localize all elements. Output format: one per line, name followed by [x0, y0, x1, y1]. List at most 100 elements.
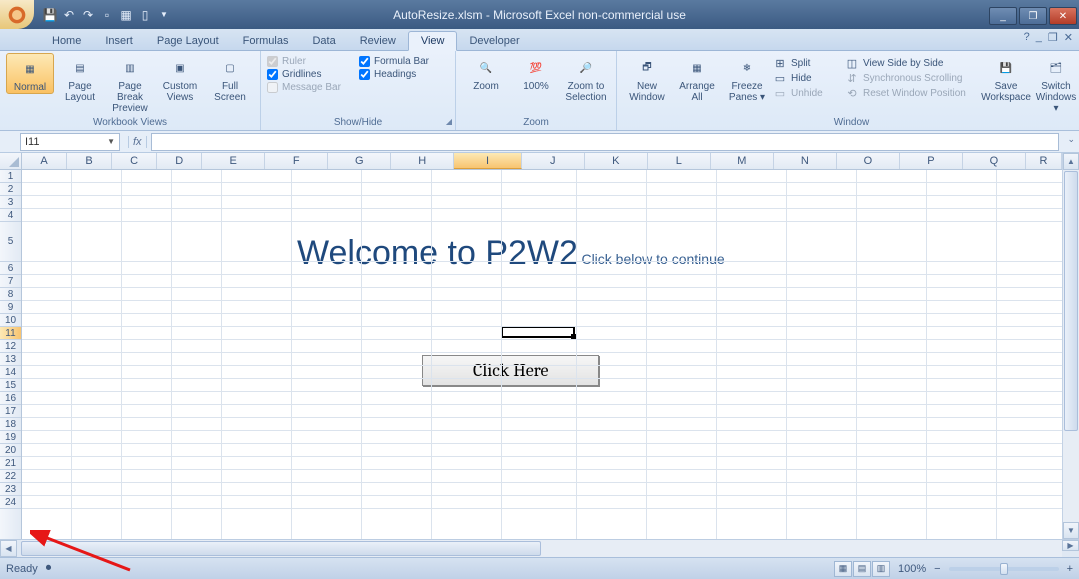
- qat-icon[interactable]: ▯: [137, 7, 153, 23]
- fx-icon[interactable]: fx: [128, 136, 147, 148]
- new-window-button[interactable]: 🗗New Window: [623, 53, 671, 103]
- tab-review[interactable]: Review: [348, 32, 408, 50]
- scroll-down-icon[interactable]: ▼: [1063, 522, 1079, 539]
- row-header[interactable]: 12: [0, 340, 21, 353]
- page-layout-button[interactable]: ▤ Page Layout: [56, 53, 104, 103]
- column-header[interactable]: G: [328, 153, 391, 169]
- row-header[interactable]: 18: [0, 418, 21, 431]
- row-header[interactable]: 14: [0, 366, 21, 379]
- close-button[interactable]: ✕: [1049, 7, 1077, 25]
- row-header[interactable]: 21: [0, 457, 21, 470]
- select-all-corner[interactable]: [0, 153, 22, 170]
- row-header[interactable]: 5: [0, 222, 21, 262]
- headings-checkbox[interactable]: Headings: [359, 69, 449, 80]
- help-icon[interactable]: ?: [1024, 31, 1030, 44]
- normal-view-button[interactable]: ▦ Normal: [6, 53, 54, 94]
- doc-minimize-button[interactable]: _: [1036, 31, 1042, 44]
- scroll-left-icon[interactable]: ◀: [0, 540, 17, 557]
- row-header[interactable]: 20: [0, 444, 21, 457]
- qat-icon[interactable]: ▦: [118, 7, 134, 23]
- page-layout-shortcut[interactable]: ▤: [853, 561, 871, 577]
- zoom-in-button[interactable]: +: [1067, 563, 1073, 575]
- tab-home[interactable]: Home: [40, 32, 93, 50]
- column-header[interactable]: I: [454, 153, 522, 169]
- formula-bar-checkbox[interactable]: Formula Bar: [359, 56, 449, 67]
- row-header[interactable]: 19: [0, 431, 21, 444]
- formula-input[interactable]: [151, 133, 1059, 151]
- tab-page-layout[interactable]: Page Layout: [145, 32, 231, 50]
- doc-close-button[interactable]: ✕: [1064, 31, 1073, 44]
- column-header[interactable]: E: [202, 153, 265, 169]
- tab-view[interactable]: View: [408, 31, 458, 51]
- column-header[interactable]: H: [391, 153, 454, 169]
- gridlines-checkbox[interactable]: Gridlines: [267, 69, 357, 80]
- dialog-launcher-icon[interactable]: ◢: [446, 117, 452, 126]
- row-header[interactable]: 13: [0, 353, 21, 366]
- switch-windows-button[interactable]: 🗂Switch Windows ▾: [1032, 53, 1079, 114]
- name-box[interactable]: I11 ▼: [20, 133, 120, 151]
- zoom-level[interactable]: 100%: [898, 563, 926, 575]
- row-header[interactable]: 6: [0, 262, 21, 275]
- save-workspace-button[interactable]: 💾Save Workspace: [982, 53, 1030, 103]
- name-box-dropdown-icon[interactable]: ▼: [107, 137, 115, 146]
- scroll-right-icon[interactable]: ▶: [1062, 540, 1079, 551]
- split-button[interactable]: ⊞Split: [773, 56, 843, 70]
- zoom-slider[interactable]: [949, 567, 1059, 571]
- unhide-button[interactable]: ▭Unhide: [773, 86, 843, 100]
- row-header[interactable]: 1: [0, 170, 21, 183]
- normal-view-shortcut[interactable]: ▦: [834, 561, 852, 577]
- row-header[interactable]: 17: [0, 405, 21, 418]
- row-header[interactable]: 24: [0, 496, 21, 509]
- undo-icon[interactable]: ↶: [61, 7, 77, 23]
- macro-record-icon[interactable]: ⏺: [46, 562, 52, 575]
- column-header[interactable]: C: [112, 153, 157, 169]
- tab-developer[interactable]: Developer: [457, 32, 531, 50]
- row-header[interactable]: 4: [0, 209, 21, 222]
- row-headers[interactable]: 123456789101112131415161718192021222324: [0, 170, 22, 539]
- maximize-button[interactable]: ❐: [1019, 7, 1047, 25]
- column-header[interactable]: P: [900, 153, 963, 169]
- scroll-up-icon[interactable]: ▲: [1063, 153, 1079, 170]
- column-header[interactable]: K: [585, 153, 648, 169]
- column-header[interactable]: R: [1026, 153, 1062, 169]
- full-screen-button[interactable]: ▢ Full Screen: [206, 53, 254, 103]
- row-header[interactable]: 23: [0, 483, 21, 496]
- column-header[interactable]: F: [265, 153, 328, 169]
- vertical-scrollbar[interactable]: ▲ ▼: [1062, 153, 1079, 539]
- row-header[interactable]: 9: [0, 301, 21, 314]
- column-header[interactable]: A: [22, 153, 67, 169]
- tab-formulas[interactable]: Formulas: [231, 32, 301, 50]
- row-header[interactable]: 22: [0, 470, 21, 483]
- tab-data[interactable]: Data: [300, 32, 347, 50]
- zoom-out-button[interactable]: −: [934, 563, 940, 575]
- qat-icon[interactable]: ▫: [99, 7, 115, 23]
- minimize-button[interactable]: _: [989, 7, 1017, 25]
- redo-icon[interactable]: ↷: [80, 7, 96, 23]
- doc-restore-button[interactable]: ❐: [1048, 31, 1058, 44]
- column-headers[interactable]: ABCDEFGHIJKLMNOPQR: [22, 153, 1062, 170]
- tab-insert[interactable]: Insert: [93, 32, 145, 50]
- custom-views-button[interactable]: ▣ Custom Views: [156, 53, 204, 103]
- zoom-button[interactable]: 🔍Zoom: [462, 53, 510, 92]
- zoom-100-button[interactable]: 💯100%: [512, 53, 560, 92]
- column-header[interactable]: L: [648, 153, 711, 169]
- scroll-thumb[interactable]: [1064, 171, 1078, 431]
- side-by-side-button[interactable]: ◫View Side by Side: [845, 56, 980, 70]
- row-header[interactable]: 11: [0, 327, 21, 340]
- row-header[interactable]: 10: [0, 314, 21, 327]
- column-header[interactable]: N: [774, 153, 837, 169]
- zoom-selection-button[interactable]: 🔎Zoom to Selection: [562, 53, 610, 103]
- office-button[interactable]: [0, 0, 34, 29]
- column-header[interactable]: M: [711, 153, 774, 169]
- row-header[interactable]: 3: [0, 196, 21, 209]
- page-break-shortcut[interactable]: ▥: [872, 561, 890, 577]
- zoom-knob[interactable]: [1000, 563, 1008, 575]
- column-header[interactable]: D: [157, 153, 202, 169]
- row-header[interactable]: 8: [0, 288, 21, 301]
- freeze-panes-button[interactable]: ❄Freeze Panes ▾: [723, 53, 771, 103]
- expand-formula-bar-icon[interactable]: ⌄: [1067, 134, 1075, 145]
- sync-scroll-button[interactable]: ⇵Synchronous Scrolling: [845, 71, 980, 85]
- row-header[interactable]: 15: [0, 379, 21, 392]
- reset-pos-button[interactable]: ⟲Reset Window Position: [845, 86, 980, 100]
- grid[interactable]: Welcome to P2W2 Click below to continue …: [22, 170, 1062, 539]
